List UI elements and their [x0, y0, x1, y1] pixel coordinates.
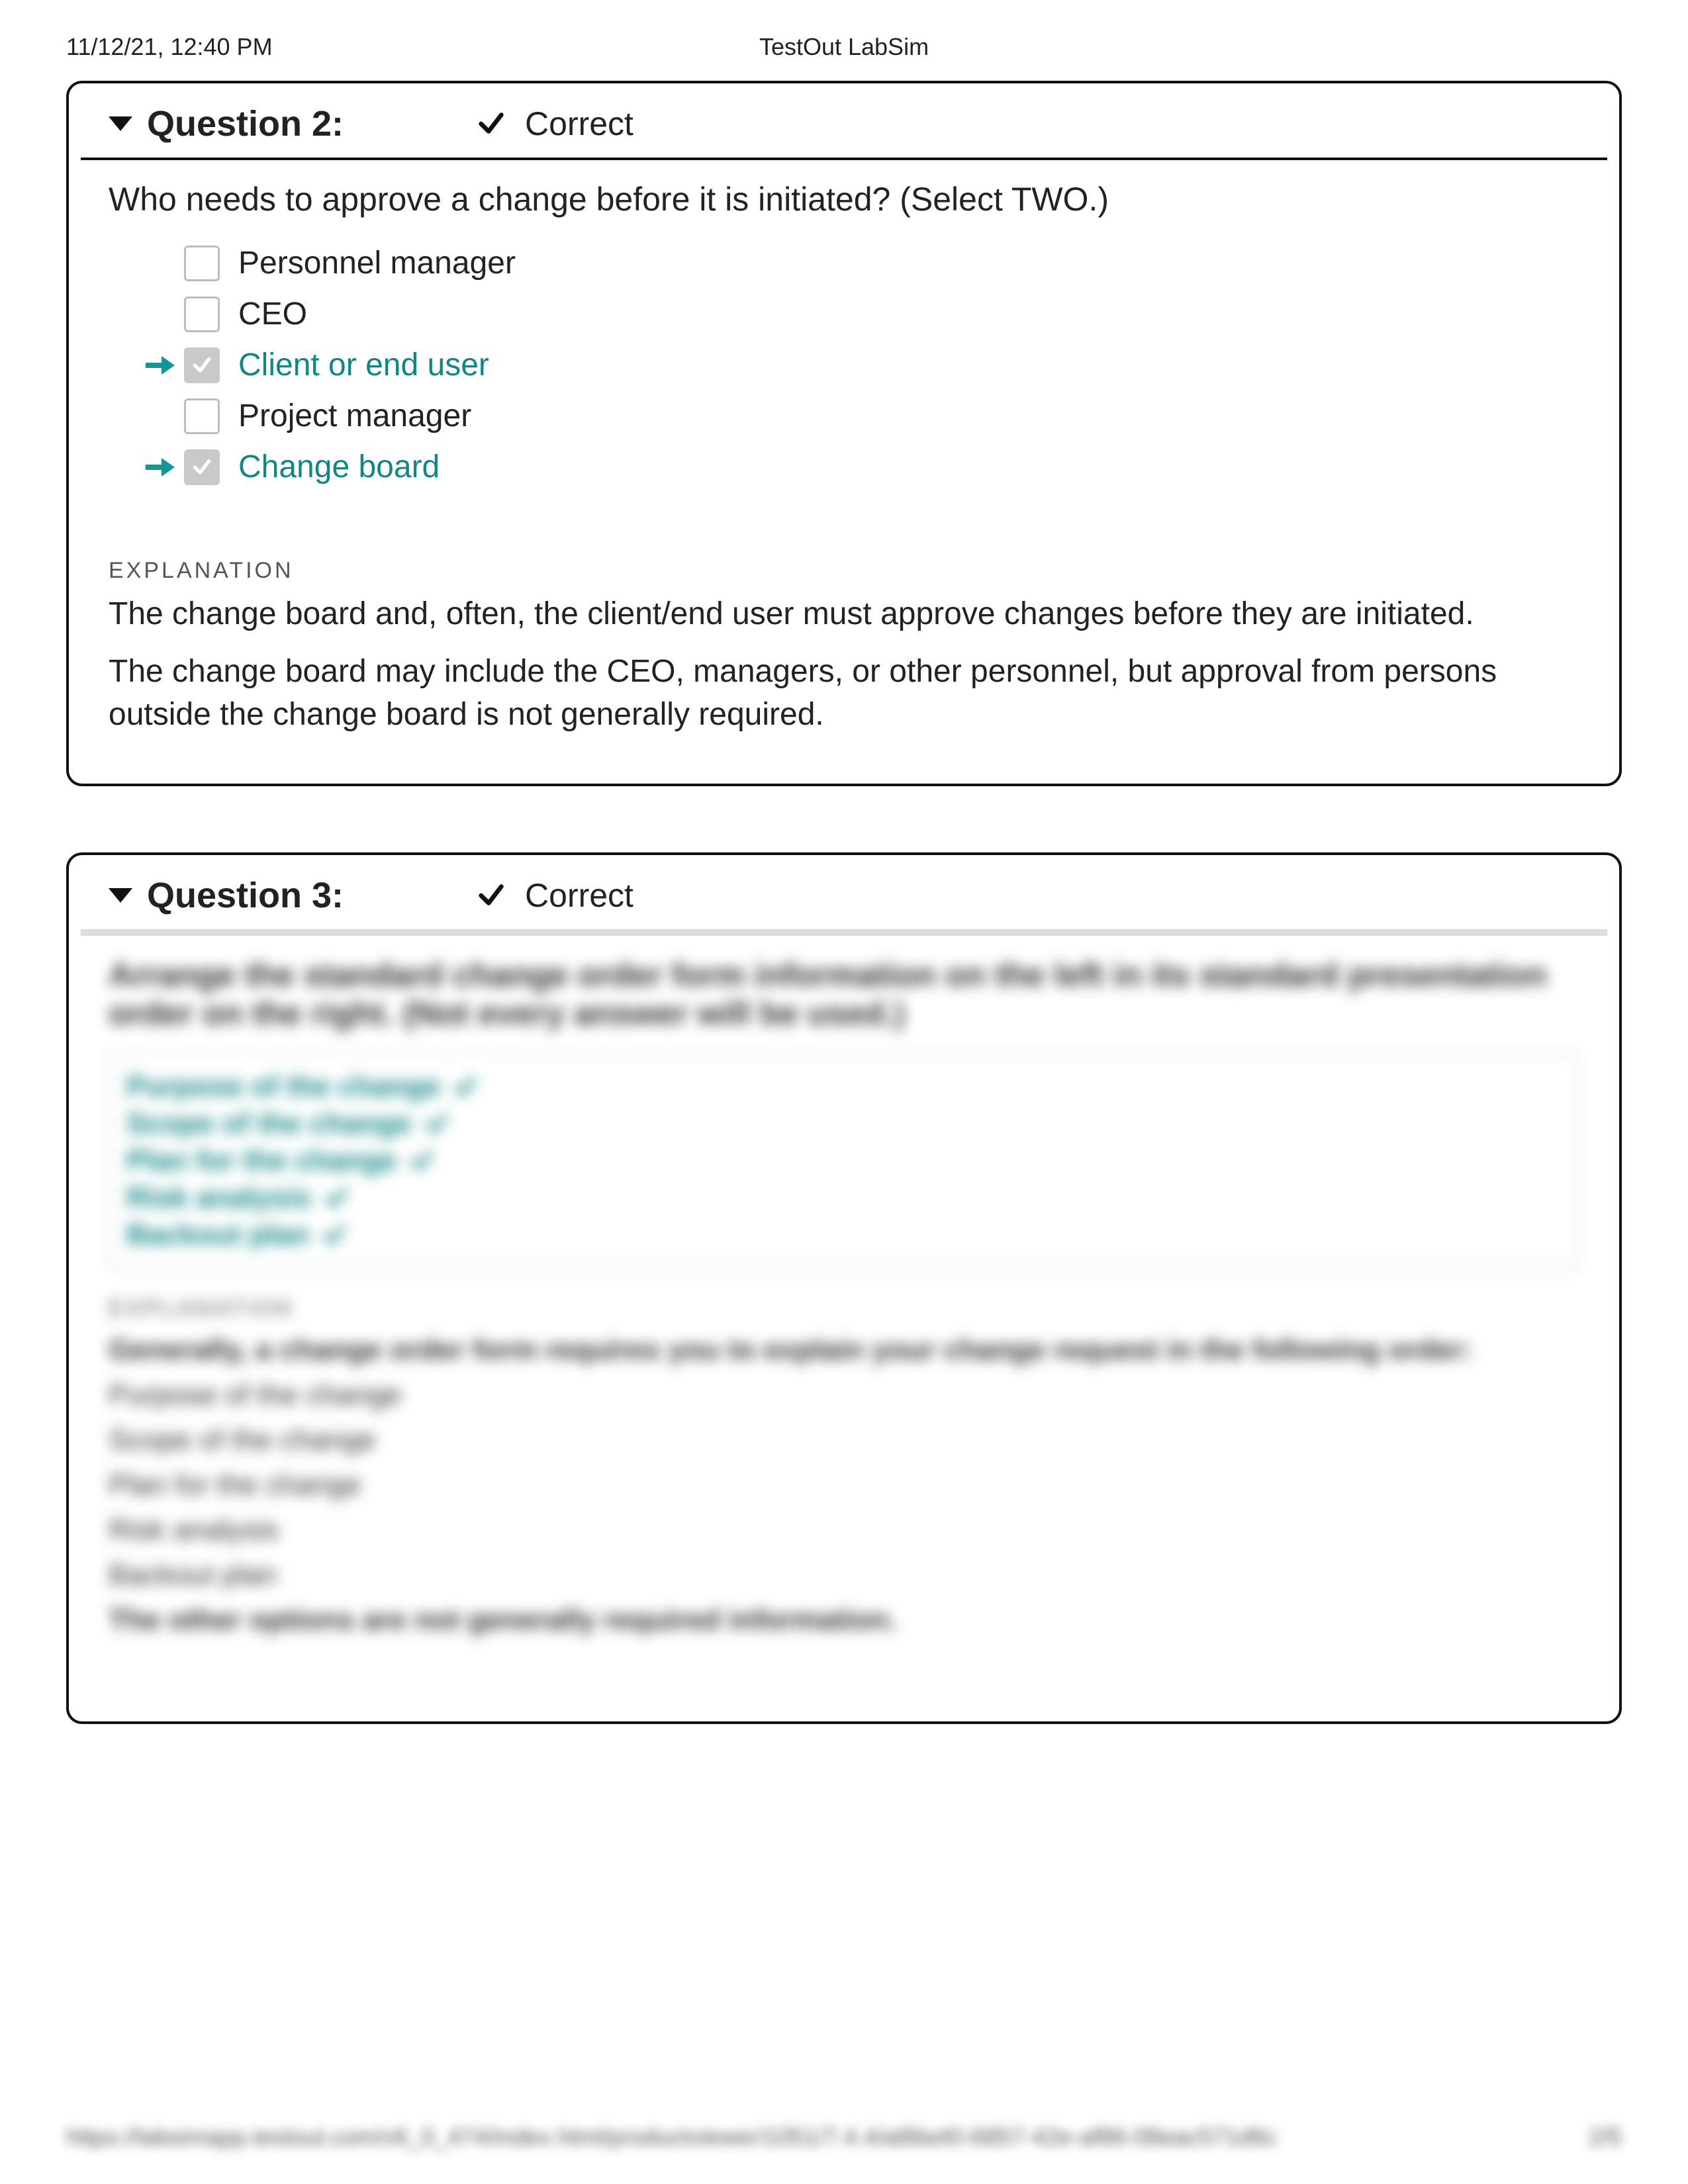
ordered-answer: Risk analysis — [126, 1181, 1562, 1214]
print-header: 11/12/21, 12:40 PM TestOut LabSim — [66, 33, 1622, 61]
ordered-answer: Backout plan — [126, 1218, 1562, 1251]
page: 11/12/21, 12:40 PM TestOut LabSim Questi… — [0, 0, 1688, 2184]
answer-text: Risk analysis — [126, 1181, 311, 1214]
answer-row: Personnel manager — [142, 245, 1579, 281]
explanation-heading: EXPLANATION — [109, 558, 1579, 584]
print-footer: https://labsimapp.testout.com/v6_0_474/i… — [66, 2123, 1622, 2151]
question-card-3: Question 3: Correct Arrange the standard… — [66, 852, 1622, 1724]
answer-list: Personnel manager CEO Client or end user — [142, 245, 1579, 485]
arrow-slot — [142, 454, 179, 480]
blurred-content: Arrange the standard change order form i… — [69, 936, 1619, 1688]
arrow-right-icon — [144, 352, 176, 379]
status-text: Correct — [525, 876, 633, 915]
question-title: Question 2: — [147, 103, 344, 144]
answer-text: Personnel manager — [238, 245, 516, 281]
arrow-right-icon — [144, 454, 176, 480]
question-status: Correct — [476, 876, 633, 915]
ordered-answer-box: Purpose of the change Scope of the chang… — [109, 1052, 1579, 1269]
answer-text: Scope of the change — [126, 1107, 411, 1140]
answer-text: Purpose of the change — [126, 1070, 440, 1103]
footer-page-number: 2/5 — [1589, 2123, 1622, 2151]
question-card-2: Question 2: Correct Who needs to approve… — [66, 81, 1622, 786]
answer-text: Change board — [238, 449, 440, 485]
check-icon — [452, 1073, 479, 1100]
check-icon — [476, 880, 506, 911]
answer-text: Plan for the change — [126, 1144, 397, 1177]
check-icon — [476, 109, 506, 139]
answer-text: Client or end user — [238, 347, 489, 383]
explanation-line: Generally, a change order form requires … — [109, 1334, 1579, 1367]
check-icon — [408, 1148, 435, 1174]
check-icon — [321, 1222, 348, 1248]
question-body: Who needs to approve a change before it … — [69, 160, 1619, 736]
question-prompt: Who needs to approve a change before it … — [109, 180, 1579, 218]
status-text: Correct — [525, 105, 633, 143]
answer-row: Change board — [142, 449, 1579, 485]
answer-text: CEO — [238, 296, 307, 332]
print-title: TestOut LabSim — [759, 33, 929, 61]
check-icon — [323, 1185, 350, 1211]
checkbox-icon — [184, 296, 220, 332]
explanation-paragraph: The change board may include the CEO, ma… — [109, 651, 1579, 737]
explanation-line: Purpose of the change — [109, 1379, 1579, 1412]
checkbox-icon — [184, 398, 220, 434]
answer-row: Project manager — [142, 398, 1579, 434]
divider — [81, 929, 1607, 936]
checkbox-icon — [184, 246, 220, 281]
explanation-paragraph: The change board and, often, the client/… — [109, 593, 1579, 636]
checkbox-checked-icon — [184, 449, 220, 485]
ordered-answer: Scope of the change — [126, 1107, 1562, 1140]
ordered-answer: Purpose of the change — [126, 1070, 1562, 1103]
answer-text: Project manager — [238, 398, 471, 434]
question-header[interactable]: Question 2: Correct — [69, 83, 1619, 158]
caret-down-icon — [109, 116, 132, 131]
checkbox-checked-icon — [184, 347, 220, 383]
answer-text: Backout plan — [126, 1218, 309, 1251]
arrow-slot — [142, 352, 179, 379]
explanation-line: Backout plan — [109, 1559, 1579, 1592]
question-title: Question 3: — [147, 875, 344, 916]
print-datetime: 11/12/21, 12:40 PM — [66, 33, 273, 61]
caret-down-icon — [109, 888, 132, 903]
question-header[interactable]: Question 3: Correct — [69, 855, 1619, 929]
answer-row: Client or end user — [142, 347, 1579, 383]
footer-url: https://labsimapp.testout.com/v6_0_474/i… — [66, 2123, 1277, 2151]
explanation-heading: EXPLANATION — [109, 1296, 1579, 1322]
question-status: Correct — [476, 105, 633, 143]
question-prompt: Arrange the standard change order form i… — [109, 956, 1579, 1032]
explanation-line: Plan for the change — [109, 1469, 1579, 1502]
explanation-line: The other options are not generally requ… — [109, 1604, 1579, 1637]
explanation-line: Risk analysis — [109, 1514, 1579, 1547]
answer-row: CEO — [142, 296, 1579, 332]
ordered-answer: Plan for the change — [126, 1144, 1562, 1177]
explanation-line: Scope of the change — [109, 1424, 1579, 1457]
check-icon — [423, 1111, 449, 1137]
